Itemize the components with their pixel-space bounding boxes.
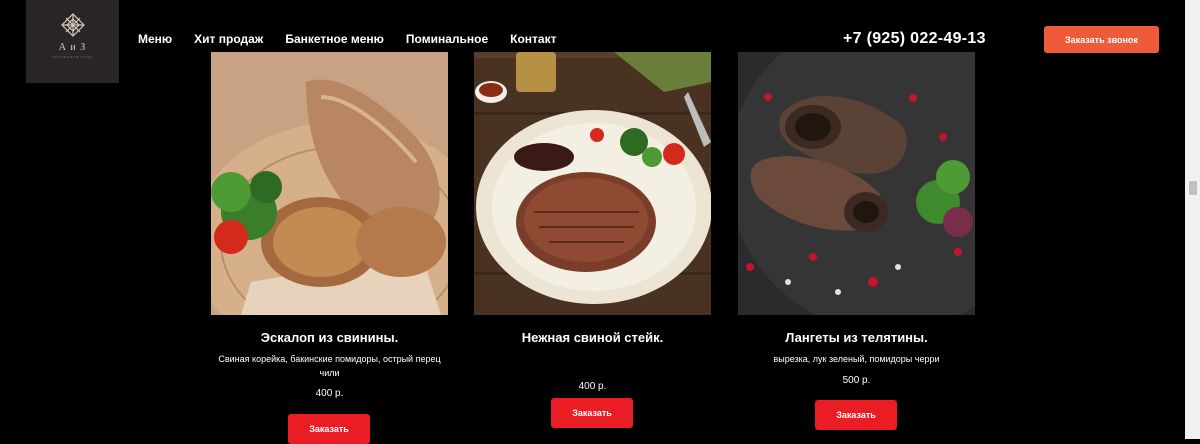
pork-steak-photo <box>474 52 711 315</box>
product-price: 400 р. <box>315 388 344 399</box>
logo-ornament-icon <box>60 13 85 37</box>
product-title: Лангеты из телятины. <box>785 330 928 345</box>
nav-item-contact[interactable]: Контакт <box>510 32 556 46</box>
product-card-pork-steak: Нежная свиной стейк. 400 р. <box>474 52 711 392</box>
request-call-button[interactable]: Заказать звонок <box>1044 26 1159 53</box>
product-description: Свиная корейка, бакинские помидоры, остр… <box>218 354 441 378</box>
order-button[interactable]: Заказать <box>551 398 633 428</box>
order-button[interactable]: Заказать <box>815 400 897 430</box>
site-logo[interactable]: А и З ТРАПЕЗНАЯ ЗАЛА <box>26 0 119 83</box>
product-card-veal: Лангеты из телятины. вырезка, лук зелены… <box>738 52 975 386</box>
product-price: 400 р. <box>578 381 607 392</box>
order-button[interactable]: Заказать <box>288 414 370 444</box>
scrollbar-thumb[interactable] <box>1189 181 1197 195</box>
logo-subtitle: ТРАПЕЗНАЯ ЗАЛА <box>52 55 93 59</box>
product-card-escalope: Эскалоп из свинины. Свиная корейка, баки… <box>211 52 448 399</box>
product-description: вырезка, лук зеленый, помидоры черри <box>773 354 940 364</box>
phone-number[interactable]: +7 (925) 022-49-13 <box>843 30 986 48</box>
main-nav: Меню Хит продаж Банкетное меню Поминальн… <box>138 32 578 46</box>
nav-item-banquet-menu[interactable]: Банкетное меню <box>285 32 384 46</box>
product-title: Нежная свиной стейк. <box>521 330 664 345</box>
nav-item-bestsellers[interactable]: Хит продаж <box>194 32 263 46</box>
product-description <box>474 352 711 380</box>
pork-escalope-photo <box>211 52 448 315</box>
veal-rolls-photo <box>738 52 975 315</box>
product-title: Эскалоп из свинины. <box>260 330 399 345</box>
nav-item-memorial[interactable]: Поминальное <box>406 32 488 46</box>
nav-item-menu[interactable]: Меню <box>138 32 172 46</box>
page-scrollbar[interactable] <box>1185 0 1200 439</box>
product-price: 500 р. <box>842 375 871 386</box>
logo-title: А и З <box>58 42 87 53</box>
